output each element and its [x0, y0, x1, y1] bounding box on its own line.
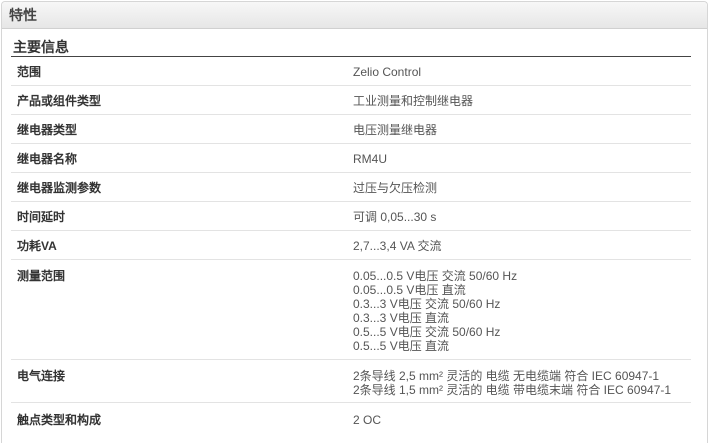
- spec-value-line: 0.5...5 V电压 直流: [353, 339, 450, 353]
- spec-value: Zelio Control: [353, 65, 422, 79]
- spec-value: 工业测量和控制继电器: [353, 94, 474, 108]
- main-info-section: 主要信息 范围 Zelio Control 产品或组件类型 工业测量和控制继电器…: [11, 38, 691, 438]
- spec-label: 继电器名称: [17, 152, 78, 166]
- spec-row-contact-type: 触点类型和构成 2 OC: [11, 403, 691, 438]
- spec-value: 2 OC: [353, 413, 382, 427]
- spec-value-line: 0.05...0.5 V电压 交流 50/60 Hz: [353, 269, 518, 283]
- spec-value: RM4U: [353, 152, 388, 166]
- spec-value-line: 0.3...3 V电压 直流: [353, 311, 450, 325]
- spec-row-range: 范围 Zelio Control: [11, 57, 691, 86]
- spec-row-relay-type: 继电器类型 电压测量继电器: [11, 115, 691, 144]
- spec-value: 可调 0,05...30 s: [353, 210, 437, 224]
- spec-row-time-delay: 时间延时 可调 0,05...30 s: [11, 202, 691, 231]
- spec-label: 测量范围: [17, 269, 66, 283]
- spec-value-list: 0.05...0.5 V电压 交流 50/60 Hz 0.05...0.5 V电…: [351, 269, 691, 359]
- spec-label: 继电器监测参数: [17, 181, 102, 195]
- spec-value-line: 0.05...0.5 V电压 直流: [353, 283, 466, 297]
- spec-value-line: 2条导线 1,5 mm² 灵活的 电缆 带电缆末端 符合 IEC 60947-1: [353, 383, 672, 397]
- spec-label: 功耗VA: [17, 239, 57, 253]
- spec-row-monitored-parameters: 继电器监测参数 过压与欠压检测: [11, 173, 691, 202]
- spec-label: 继电器类型: [17, 123, 78, 137]
- spec-label: 范围: [17, 65, 42, 79]
- spec-label: 产品或组件类型: [17, 94, 102, 108]
- panel-header: 特性: [2, 2, 707, 29]
- section-title: 主要信息: [11, 38, 691, 57]
- spec-row-relay-name: 继电器名称 RM4U: [11, 144, 691, 173]
- spec-value-line: 0.5...5 V电压 交流 50/60 Hz: [353, 325, 501, 339]
- spec-value: 过压与欠压检测: [353, 181, 438, 195]
- spec-value: 电压测量继电器: [353, 123, 438, 137]
- spec-row-electrical-connection: 电气连接 2条导线 2,5 mm² 灵活的 电缆 无电缆端 符合 IEC 609…: [11, 360, 691, 403]
- spec-table: 范围 Zelio Control 产品或组件类型 工业测量和控制继电器 继电器类…: [11, 57, 691, 438]
- spec-row-measurement-range: 测量范围 0.05...0.5 V电压 交流 50/60 Hz 0.05...0…: [11, 260, 691, 360]
- spec-label: 时间延时: [17, 210, 66, 224]
- spec-label: 触点类型和构成: [17, 413, 102, 427]
- spec-row-power-consumption: 功耗VA 2,7...3,4 VA 交流: [11, 231, 691, 260]
- spec-value: 2,7...3,4 VA 交流: [353, 239, 442, 253]
- spec-label: 电气连接: [17, 369, 66, 383]
- spec-value-line: 0.3...3 V电压 交流 50/60 Hz: [353, 297, 501, 311]
- spec-row-product-type: 产品或组件类型 工业测量和控制继电器: [11, 86, 691, 115]
- spec-value-list: 2条导线 2,5 mm² 灵活的 电缆 无电缆端 符合 IEC 60947-1 …: [351, 369, 691, 402]
- spec-value-line: 2条导线 2,5 mm² 灵活的 电缆 无电缆端 符合 IEC 60947-1: [353, 369, 660, 383]
- panel-title: 特性: [9, 7, 37, 23]
